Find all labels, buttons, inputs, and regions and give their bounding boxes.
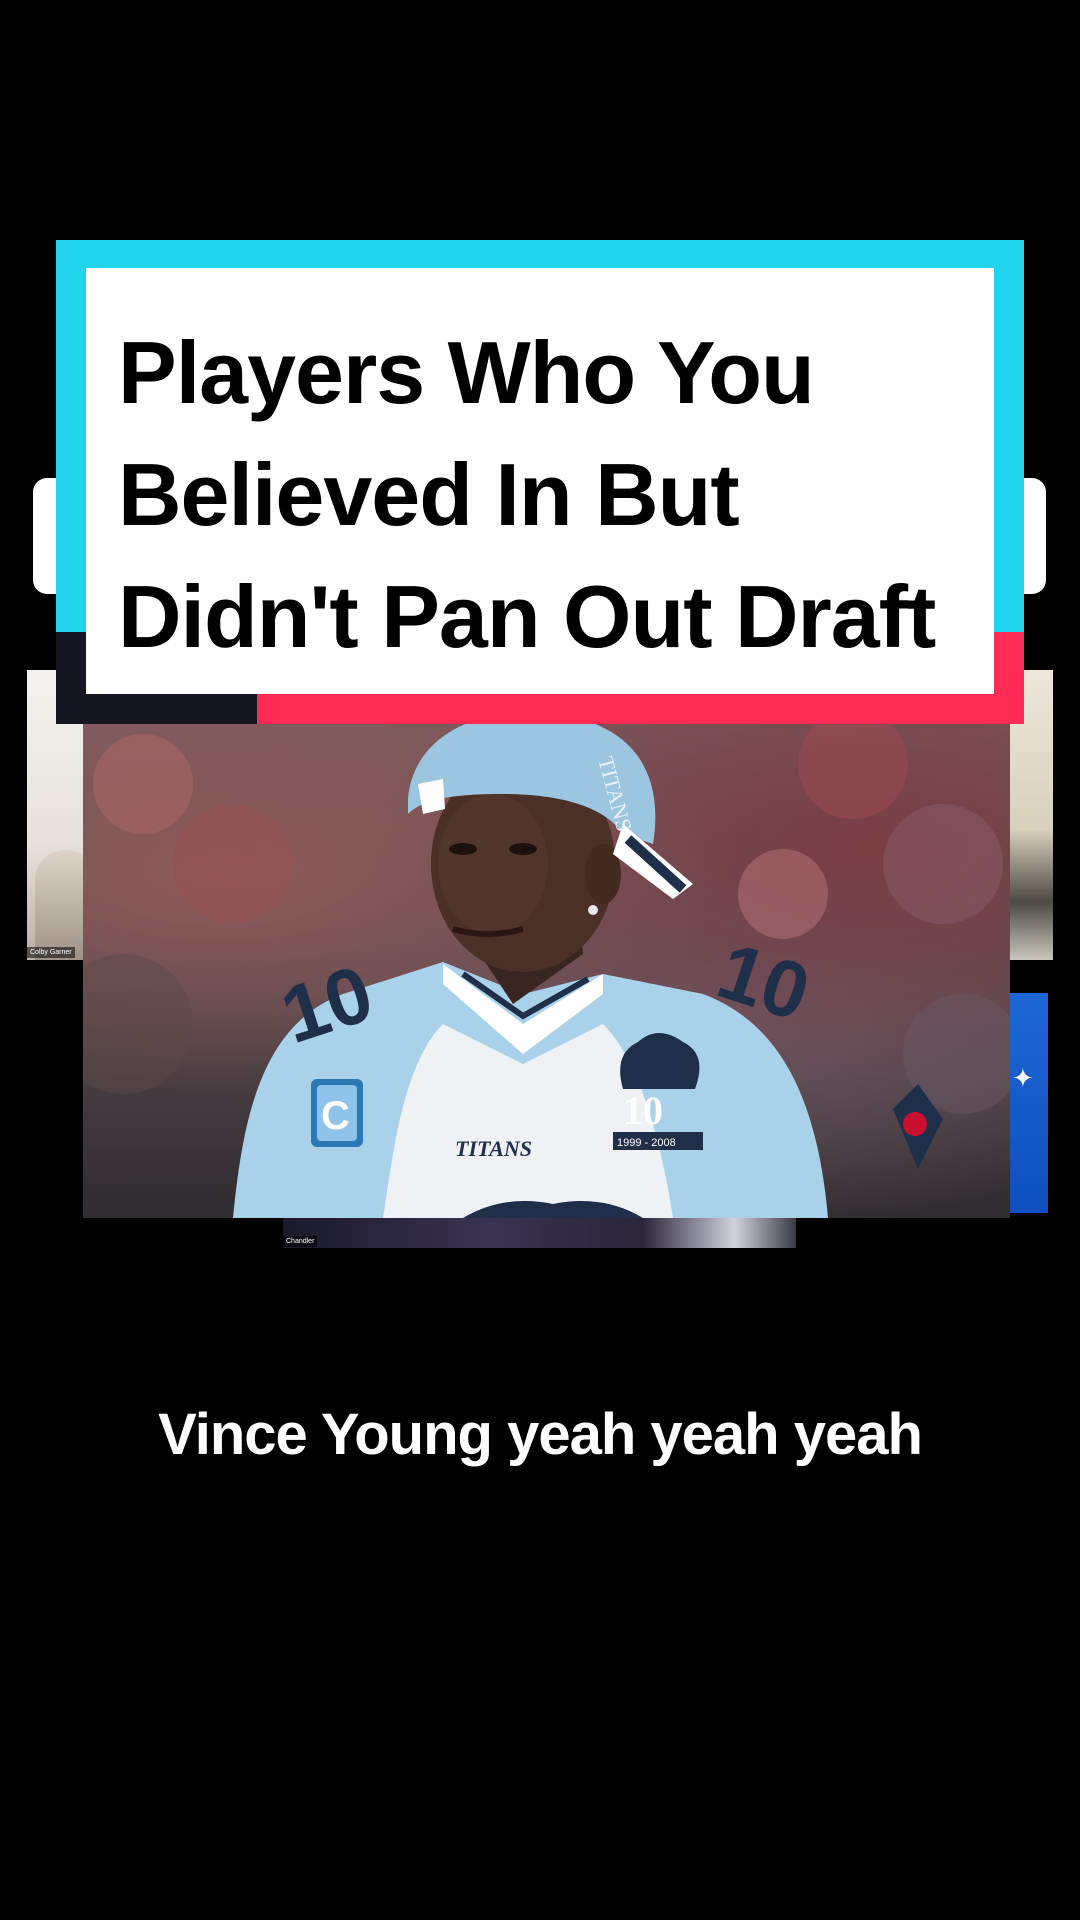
anniversary-number: 10: [623, 1088, 663, 1133]
title-line-1: Players Who You: [118, 323, 815, 422]
earring: [588, 905, 598, 915]
anniversary-years: 1999 - 2008: [617, 1137, 676, 1149]
player-illustration: TITANS C 10 10 TITANS 10 1999 - 2008: [83, 724, 1010, 1218]
title-line-3: Didn't Pan Out Draft: [118, 567, 936, 666]
participant-tile-bottom: [283, 1218, 796, 1248]
participant-name-label: Chandler: [283, 1236, 318, 1247]
caption-text: Vince Young yeah yeah yeah: [158, 1402, 923, 1467]
jersey-wordmark: TITANS: [455, 1136, 532, 1161]
captain-letter: C: [321, 1094, 350, 1138]
participant-figure: [35, 850, 83, 960]
participant-name-label: Colby Garner: [27, 947, 75, 958]
player-photo: TITANS C 10 10 TITANS 10 1999 - 2008: [83, 724, 1010, 1218]
sparkle-icon: ✦: [1012, 1063, 1034, 1093]
page-title: Players Who You Believed In But Didn't P…: [118, 312, 988, 678]
participant-tile-right-blue: ✦: [1010, 993, 1048, 1213]
title-line-2: Believed In But: [118, 445, 740, 544]
cap-logo: [418, 779, 445, 814]
